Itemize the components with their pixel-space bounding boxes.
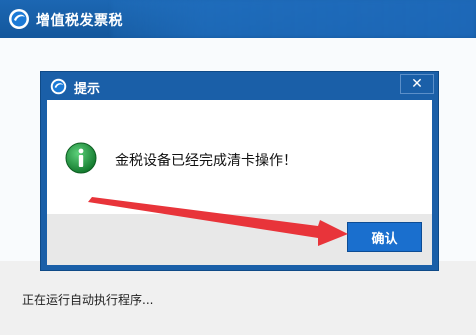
dialog-titlebar[interactable]: 提示 ✕ — [41, 72, 438, 100]
app-logo-icon — [50, 78, 67, 95]
info-icon — [65, 142, 97, 174]
parent-titlebar: 增值税发票税 — [0, 0, 476, 38]
dialog-content: 金税设备已经完成清卡操作！ 确认 — [47, 100, 432, 265]
blurred-titlebar-region — [112, 0, 476, 38]
prompt-dialog: 提示 ✕ 金税设备已经完成清卡操作！ 确认 — [40, 71, 439, 271]
parent-window-title: 增值税发票税 — [36, 13, 123, 29]
confirm-button[interactable]: 确认 — [347, 222, 422, 252]
status-text: 正在运行自动执行程序... — [22, 293, 154, 307]
dialog-message: 金税设备已经完成清卡操作！ — [115, 153, 297, 169]
confirm-button-label: 确认 — [371, 231, 398, 247]
close-button[interactable]: ✕ — [400, 74, 434, 94]
app-logo-icon — [9, 9, 29, 29]
dialog-title: 提示 — [74, 82, 101, 97]
close-icon: ✕ — [411, 76, 423, 92]
